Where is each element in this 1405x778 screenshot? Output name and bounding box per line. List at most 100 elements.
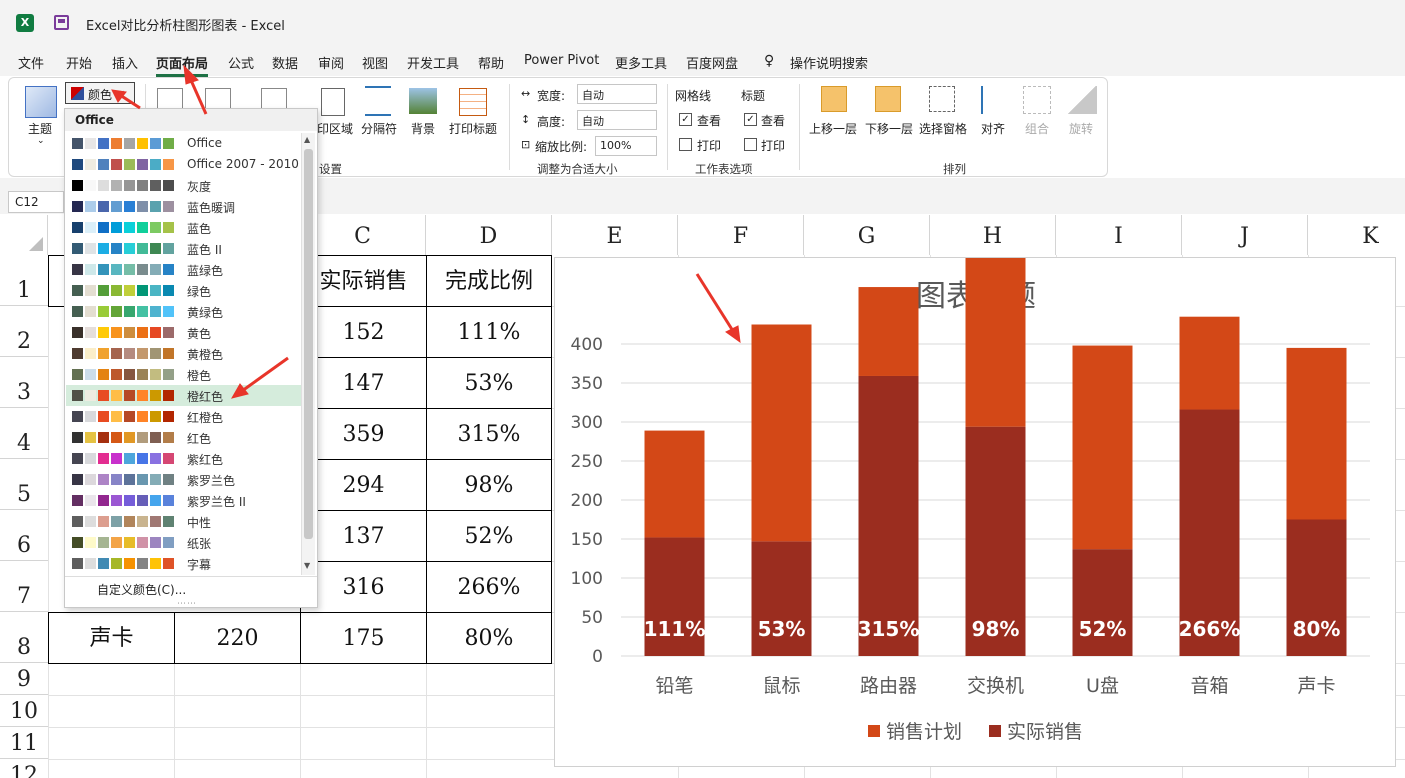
color-scheme-item[interactable]: 黄橙色 (66, 343, 304, 364)
table-cell[interactable]: 220 (174, 612, 301, 664)
headings-view-checkbox[interactable]: ✓ (744, 113, 757, 126)
table-cell[interactable]: 80% (426, 612, 552, 664)
menu-data[interactable]: 数据 (272, 53, 298, 72)
color-scheme-item[interactable]: 黄色 (66, 322, 304, 343)
column-header-g[interactable]: G (804, 215, 930, 255)
print-area-icon[interactable] (321, 88, 345, 116)
select-all-corner[interactable] (0, 215, 48, 255)
row-header[interactable]: 7 (0, 561, 48, 612)
menu-page-layout[interactable]: 页面布局 (156, 53, 209, 77)
table-cell[interactable]: 316 (300, 561, 427, 613)
menu-tell-me[interactable]: 操作说明搜索 (790, 53, 868, 72)
save-icon[interactable] (54, 15, 69, 30)
table-cell[interactable]: 98% (426, 459, 552, 511)
print-titles-icon[interactable] (459, 88, 487, 116)
colors-button[interactable]: 颜色 ⌄ (65, 82, 135, 104)
menu-review[interactable]: 审阅 (318, 53, 344, 72)
width-select[interactable]: 自动 (577, 84, 657, 104)
menu-more-tools[interactable]: 更多工具 (615, 53, 667, 72)
color-scheme-item[interactable]: 蓝绿色 (66, 259, 304, 280)
table-cell[interactable]: 266% (426, 561, 552, 613)
name-box[interactable]: C12 (8, 191, 64, 213)
table-header-cell[interactable]: 实际销售 (300, 255, 427, 307)
color-scheme-item[interactable]: 紫罗兰色 (66, 469, 304, 490)
headings-print-checkbox[interactable] (744, 138, 757, 151)
color-scheme-item[interactable]: 红色 (66, 427, 304, 448)
menu-baidu-disk[interactable]: 百度网盘 (686, 53, 738, 72)
color-scheme-item[interactable]: 紫红色 (66, 448, 304, 469)
scroll-down-icon[interactable]: ▼ (304, 561, 310, 570)
color-scheme-item[interactable]: 蓝色 II (66, 238, 304, 259)
breaks-label[interactable]: 分隔符 (361, 120, 397, 137)
menu-file[interactable]: 文件 (18, 53, 44, 72)
print-area-label[interactable]: 印区域 (317, 120, 353, 137)
color-scheme-item[interactable]: 蓝色暖调 (66, 196, 304, 217)
table-cell[interactable]: 315% (426, 408, 552, 460)
send-backward-icon[interactable] (875, 86, 901, 112)
scale-input[interactable]: 100% (595, 136, 657, 156)
group-label[interactable]: 组合 (1025, 120, 1049, 137)
menu-insert[interactable]: 插入 (112, 53, 138, 72)
column-header-f[interactable]: F (678, 215, 804, 255)
table-cell[interactable]: 147 (300, 357, 427, 409)
color-scheme-item[interactable]: 蓝色 (66, 217, 304, 238)
color-scheme-item[interactable]: 灰度 (66, 175, 304, 196)
scroll-up-icon[interactable]: ▲ (304, 135, 310, 144)
column-header-j[interactable]: J (1182, 215, 1308, 255)
height-select[interactable]: 自动 (577, 110, 657, 130)
scrollbar-thumb[interactable] (304, 149, 313, 539)
bring-forward-label[interactable]: 上移一层 (809, 120, 857, 137)
table-cell[interactable]: 137 (300, 510, 427, 562)
menu-power-pivot[interactable]: Power Pivot (524, 53, 599, 68)
table-cell[interactable]: 52% (426, 510, 552, 562)
color-scheme-item[interactable]: Office 2007 - 2010 (66, 154, 304, 175)
row-header[interactable]: 2 (0, 306, 48, 357)
rotate-label[interactable]: 旋转 (1069, 120, 1093, 137)
dropdown-scrollbar[interactable]: ▲ ▼ (301, 133, 315, 575)
table-cell[interactable]: 294 (300, 459, 427, 511)
menu-help[interactable]: 帮助 (478, 53, 504, 72)
row-header[interactable]: 4 (0, 408, 48, 459)
table-cell[interactable]: 175 (300, 612, 427, 664)
theme-icon[interactable] (25, 86, 57, 118)
row-header[interactable]: 5 (0, 459, 48, 510)
group-icon[interactable] (1023, 86, 1051, 114)
table-cell[interactable]: 声卡 (48, 612, 175, 664)
table-cell[interactable]: 53% (426, 357, 552, 409)
resize-grip-icon[interactable]: ⋯⋯ (177, 599, 197, 609)
column-header-d[interactable]: D (426, 215, 552, 255)
gridlines-view-checkbox[interactable]: ✓ (679, 113, 692, 126)
selection-pane-icon[interactable] (929, 86, 955, 112)
menu-developer[interactable]: 开发工具 (407, 53, 459, 72)
table-cell[interactable]: 111% (426, 306, 552, 358)
color-scheme-item[interactable]: 橙色 (66, 364, 304, 385)
color-scheme-item[interactable]: 橙红色 (66, 385, 304, 406)
chart-svg[interactable]: 图表标题050100150200250300350400111%铅笔53%鼠标3… (555, 258, 1397, 768)
row-header[interactable]: 9 (0, 663, 48, 695)
color-scheme-item[interactable]: 黄绿色 (66, 301, 304, 322)
chart[interactable]: 图表标题050100150200250300350400111%铅笔53%鼠标3… (554, 257, 1396, 767)
send-backward-label[interactable]: 下移一层 (865, 120, 913, 137)
align-label[interactable]: 对齐 (981, 120, 1005, 137)
row-header[interactable]: 10 (0, 695, 48, 727)
table-cell[interactable]: 152 (300, 306, 427, 358)
breaks-icon[interactable] (365, 86, 391, 116)
row-header[interactable]: 1 (0, 255, 48, 306)
column-header-e[interactable]: E (552, 215, 678, 255)
color-scheme-item[interactable]: 红橙色 (66, 406, 304, 427)
row-header[interactable]: 12 (0, 759, 48, 778)
theme-button-label[interactable]: 主题 (28, 120, 52, 137)
color-scheme-item[interactable]: 字幕 (66, 553, 304, 574)
rotate-icon[interactable] (1067, 86, 1097, 114)
gridlines-print-checkbox[interactable] (679, 138, 692, 151)
background-label[interactable]: 背景 (411, 120, 435, 137)
menu-view[interactable]: 视图 (362, 53, 388, 72)
color-scheme-item[interactable]: Office (66, 133, 304, 154)
row-header[interactable]: 3 (0, 357, 48, 408)
color-scheme-item[interactable]: 中性 (66, 511, 304, 532)
row-header[interactable]: 6 (0, 510, 48, 561)
row-header[interactable]: 11 (0, 727, 48, 759)
custom-colors-item[interactable]: 自定义颜色(C)... (97, 581, 186, 598)
align-icon[interactable] (981, 86, 1005, 114)
selection-pane-label[interactable]: 选择窗格 (919, 120, 967, 137)
